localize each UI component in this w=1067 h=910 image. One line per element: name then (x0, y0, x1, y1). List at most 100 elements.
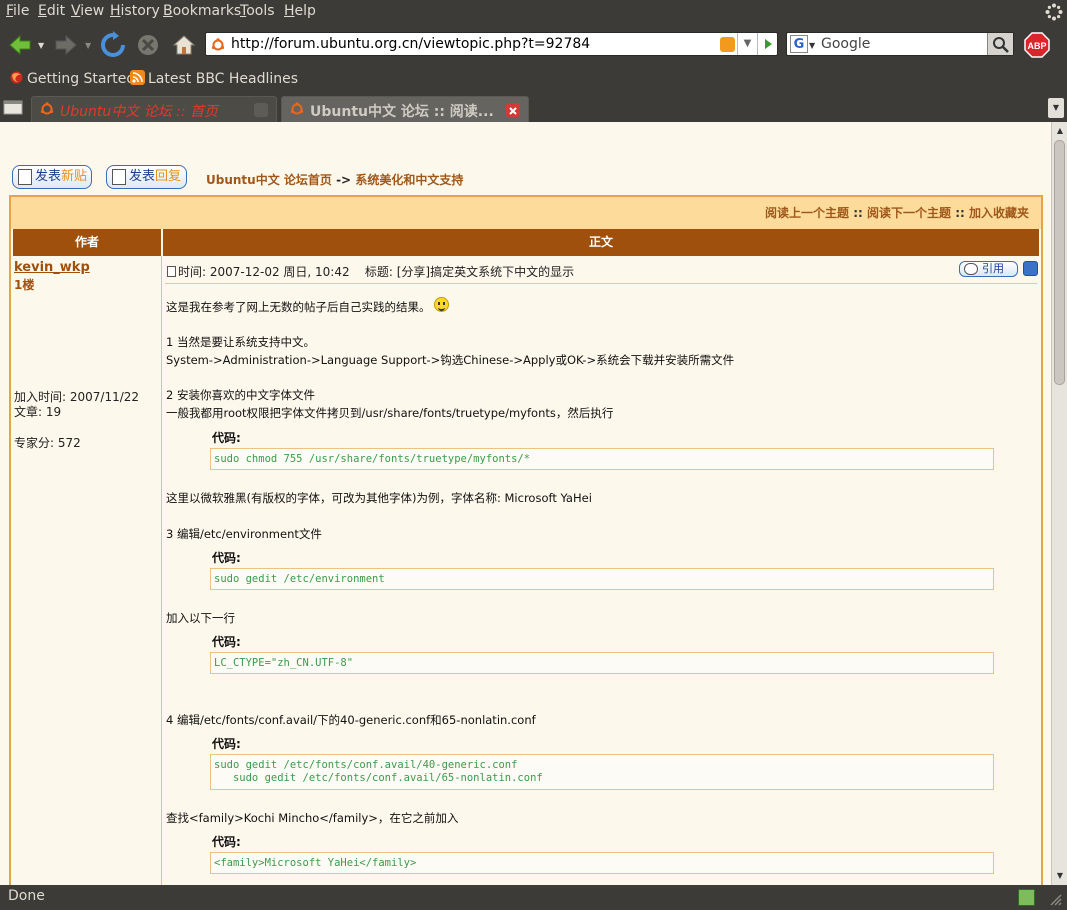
rss-bookmark-icon (130, 70, 145, 85)
post-divider (165, 283, 1037, 284)
post-line: 3 编辑/etc/environment文件 (166, 527, 322, 541)
tab-label: Ubuntu中文 论坛 :: 首页 (60, 104, 219, 120)
post-line: 这里以微软雅黑(有版权的字体，可改为其他字体)为例，字体名称: Microsof… (166, 491, 592, 505)
magnifier-icon (993, 37, 1009, 53)
status-bar: Done (0, 885, 1067, 910)
body-column-header: 正文 (163, 229, 1039, 256)
search-button[interactable] (987, 33, 1013, 55)
new-topic-button[interactable]: 发表新贴 (12, 165, 92, 189)
smiley-icon (433, 297, 449, 312)
page-viewport: 发表新贴 发表回复 Ubuntu中文 论坛首页 -> 系统美化和中文支持 阅读上… (0, 122, 1051, 885)
menu-bookmarks[interactable]: Bookmarks (163, 3, 241, 19)
go-arrow-icon (765, 39, 772, 49)
firefox-bookmark-icon (10, 71, 23, 84)
new-tab-icon[interactable] (3, 98, 25, 116)
next-topic-link[interactable]: 阅读下一个主题 (867, 206, 951, 220)
post-line: 查找<family>Kochi Mincho</family>，在它之前加入 (166, 811, 459, 825)
back-arrow-icon[interactable] (6, 31, 34, 59)
svg-text:ABP: ABP (1027, 41, 1046, 51)
code-block[interactable]: sudo chmod 755 /usr/share/fonts/truetype… (210, 448, 994, 470)
reply-button[interactable]: 发表回复 (106, 165, 187, 189)
vertical-scrollbar[interactable]: ▲ ▼ (1051, 122, 1067, 885)
author-post-count: 文章: 19 (14, 405, 62, 419)
forward-history-dropdown-icon[interactable]: ▼ (85, 41, 91, 50)
code-block[interactable]: sudo gedit /etc/fonts/conf.avail/40-gene… (210, 754, 994, 790)
post-line: 一般我都用root权限把字体文件拷贝到/usr/share/fonts/true… (166, 406, 614, 420)
search-input[interactable]: Google (821, 36, 870, 52)
search-engine-icon[interactable]: G (790, 35, 808, 53)
status-text: Done (8, 888, 45, 904)
close-tab-icon[interactable] (506, 103, 520, 117)
code-label: 代码: (212, 431, 241, 445)
code-label: 代码: (212, 551, 241, 565)
post-line: 加入以下一行 (166, 611, 235, 625)
post-line: 4 编辑/etc/fonts/conf.avail/下的40-generic.c… (166, 713, 536, 727)
quote-button[interactable]: 引用 (959, 261, 1018, 277)
tab-bar: Ubuntu中文 论坛 :: 首页 Ubuntu中文 论坛 :: 阅读... ▼ (0, 93, 1067, 122)
breadcrumb-home-link[interactable]: Ubuntu中文 论坛首页 (206, 173, 332, 187)
search-bar[interactable]: G ▼ Google (786, 32, 1014, 56)
close-tab-icon[interactable] (254, 103, 268, 117)
search-engine-dropdown-icon[interactable]: ▼ (809, 41, 815, 50)
post-subject: 标题: [分享]搞定英文系统下中文的显示 (364, 265, 575, 279)
ip-info-icon[interactable] (1023, 261, 1038, 276)
menu-view[interactable]: View (71, 3, 104, 19)
post-line: 2 安装你喜欢的中文字体文件 (166, 388, 315, 402)
url-text[interactable]: http://forum.ubuntu.org.cn/viewtopic.php… (231, 36, 590, 52)
code-block[interactable]: sudo gedit /etc/environment (210, 568, 994, 590)
topic-navigation: 阅读上一个主题 :: 阅读下一个主题 :: 加入收藏夹 (11, 197, 1041, 229)
adblock-plus-icon[interactable]: ABP (1024, 32, 1050, 58)
ubuntu-favicon-icon (211, 38, 225, 51)
code-block[interactable]: <family>Microsoft YaHei</family> (210, 852, 994, 874)
ubuntu-favicon-icon (40, 102, 54, 115)
url-dropdown-icon[interactable]: ▼ (737, 33, 757, 55)
throbber-icon (1045, 3, 1063, 21)
column-divider (161, 256, 162, 885)
home-icon[interactable] (170, 31, 198, 59)
topic-table: 阅读上一个主题 :: 阅读下一个主题 :: 加入收藏夹 作者 正文 kevin_… (9, 195, 1043, 885)
post-line: 这是我在参考了网上无数的帖子后自己实践的结果。 (166, 297, 449, 315)
post-floor: 1楼 (14, 278, 35, 292)
breadcrumb: Ubuntu中文 论坛首页 -> 系统美化和中文支持 (206, 173, 464, 187)
stop-icon[interactable] (134, 31, 162, 59)
scrollbar-thumb[interactable] (1054, 140, 1065, 385)
reload-icon[interactable] (99, 31, 127, 59)
ubuntu-favicon-icon (290, 102, 304, 115)
code-block[interactable]: LC_CTYPE="zh_CN.UTF-8" (210, 652, 994, 674)
menu-tools[interactable]: Tools (240, 3, 275, 19)
author-name-link[interactable]: kevin_wkp (14, 260, 90, 275)
addon-status-icon[interactable] (1018, 889, 1035, 906)
bookmarks-toolbar: Getting Started Latest BBC Headlines (0, 65, 1067, 93)
scroll-down-icon[interactable]: ▼ (1053, 869, 1067, 883)
url-bar[interactable]: http://forum.ubuntu.org.cn/viewtopic.php… (205, 32, 778, 56)
post-time: 时间: 2007-12-02 周日, 10:42 (178, 265, 350, 279)
code-label: 代码: (212, 635, 241, 649)
go-button[interactable] (757, 33, 777, 55)
post-header: 时间: 2007-12-02 周日, 10:42 标题: [分享]搞定英文系统下… (167, 263, 574, 280)
menu-history[interactable]: History (110, 3, 160, 19)
back-history-dropdown-icon[interactable]: ▼ (38, 41, 44, 50)
add-favorite-link[interactable]: 加入收藏夹 (969, 206, 1029, 220)
quote-bubble-icon (964, 263, 978, 275)
prev-topic-link[interactable]: 阅读上一个主题 (765, 206, 849, 220)
bookmark-bbc-headlines[interactable]: Latest BBC Headlines (130, 70, 298, 87)
notepad-icon (18, 169, 32, 185)
post-document-icon (167, 266, 176, 277)
breadcrumb-forum-link[interactable]: 系统美化和中文支持 (355, 173, 463, 187)
bookmark-getting-started[interactable]: Getting Started (9, 70, 135, 87)
menu-bar: File Edit View History Bookmarks Tools H… (0, 0, 1067, 25)
tab-list-dropdown-icon[interactable]: ▼ (1048, 98, 1064, 118)
menu-file[interactable]: File (6, 3, 29, 19)
tab-viewtopic[interactable]: Ubuntu中文 论坛 :: 阅读... (281, 96, 529, 122)
post-line: System->Administration->Language Support… (166, 353, 735, 367)
forward-arrow-icon[interactable] (52, 31, 80, 59)
resize-grip-icon[interactable] (1045, 889, 1062, 906)
code-label: 代码: (212, 835, 241, 849)
post-line: 1 当然是要让系统支持中文。 (166, 335, 315, 349)
menu-help[interactable]: Help (284, 3, 316, 19)
author-column-header: 作者 (13, 229, 161, 256)
menu-edit[interactable]: Edit (38, 3, 65, 19)
tab-forum-home[interactable]: Ubuntu中文 论坛 :: 首页 (31, 96, 277, 122)
scroll-up-icon[interactable]: ▲ (1053, 124, 1067, 138)
rss-feed-icon[interactable] (720, 37, 735, 52)
